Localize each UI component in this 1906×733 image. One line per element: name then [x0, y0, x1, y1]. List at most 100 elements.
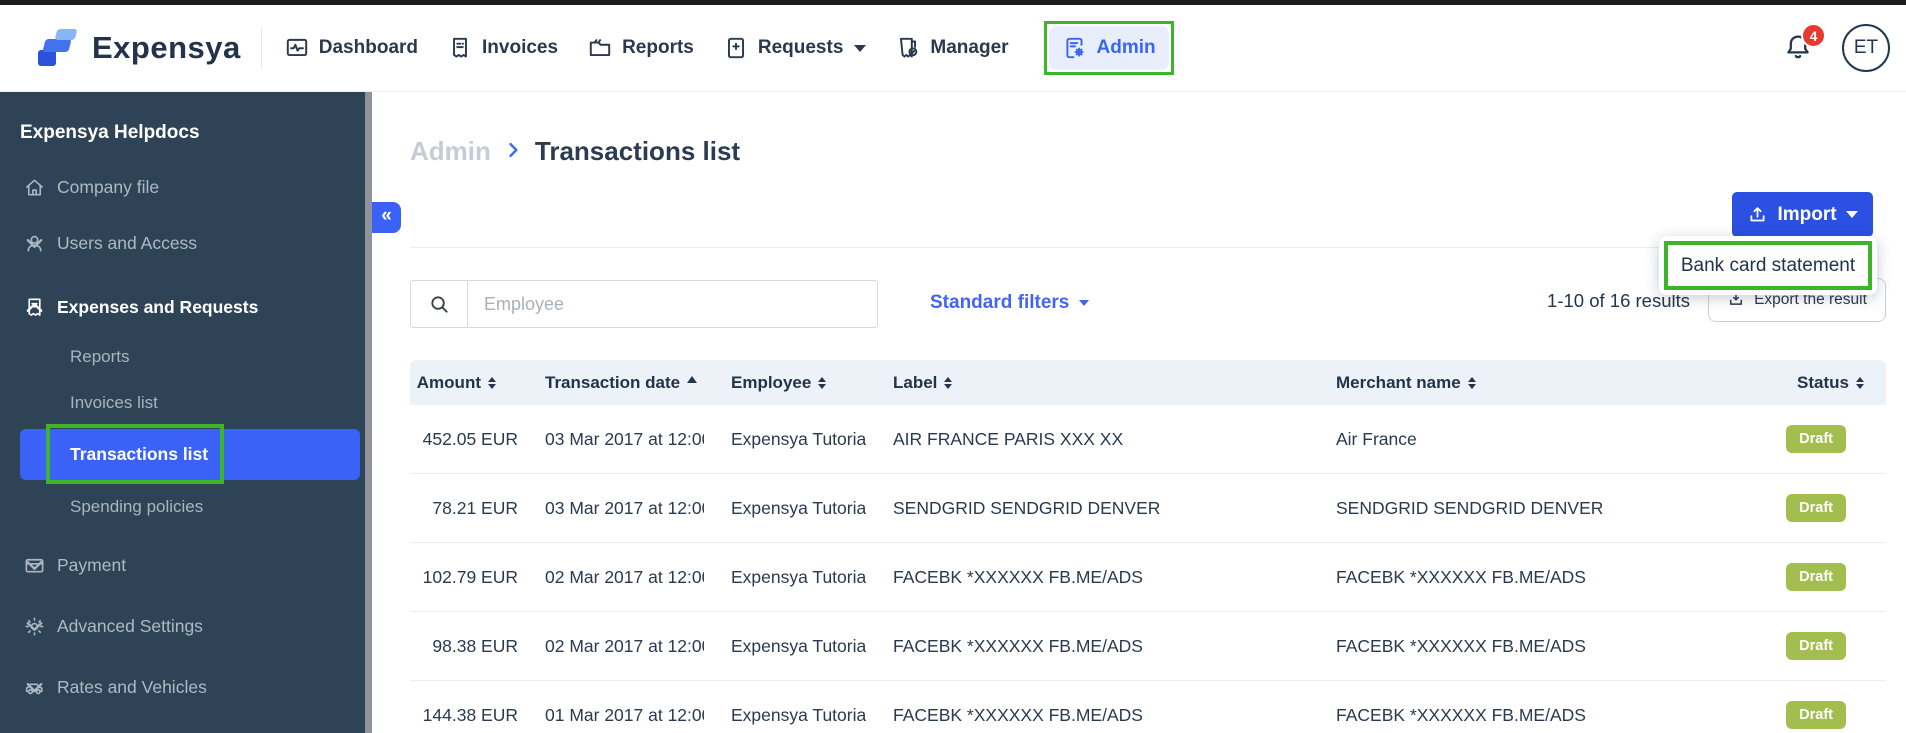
sidebar-subitem-spending-policies[interactable]: Spending policies: [0, 487, 365, 527]
cell-label: FACEBK *XXXXXX FB.ME/ADS: [866, 567, 1309, 588]
sidebar-item-label: Rates and Vehicles: [57, 677, 207, 698]
sidebar-item-payment[interactable]: Payment: [0, 545, 365, 585]
column-header-label[interactable]: Label: [866, 373, 1309, 393]
table-row[interactable]: 144.38 EUR 01 Mar 2017 at 12:00 Expensya…: [410, 681, 1886, 733]
breadcrumb-separator-icon: [503, 136, 523, 167]
chevron-down-icon: [23, 554, 46, 577]
nav-item-requests[interactable]: Requests: [723, 35, 867, 61]
sidebar-subitem-reports[interactable]: Reports: [0, 337, 365, 377]
table-header-row: Amount Transaction date Employee Label M…: [410, 360, 1886, 405]
breadcrumb: Admin Transactions list: [410, 136, 740, 167]
cell-label: AIR FRANCE PARIS XXX XX: [866, 429, 1309, 450]
import-button-label: Import: [1777, 204, 1836, 226]
breadcrumb-parent[interactable]: Admin: [410, 136, 491, 167]
cell-employee: Expensya Tutorial: [704, 498, 866, 519]
caret-down-icon: [1846, 211, 1858, 218]
standard-filters-dropdown[interactable]: Standard filters: [930, 292, 1089, 314]
status-badge: Draft: [1786, 632, 1846, 660]
sidebar-item-users-and-access[interactable]: Users and Access: [0, 223, 365, 263]
status-badge: Draft: [1786, 563, 1846, 591]
status-badge: Draft: [1786, 701, 1846, 729]
sidebar-subitem-transactions-list[interactable]: Transactions list: [20, 429, 360, 480]
main-navigation: Dashboard Invoices Reports Requests Mana…: [284, 21, 1174, 75]
cell-amount: 452.05 EUR: [410, 429, 518, 450]
nav-label: Admin: [1097, 37, 1156, 59]
sidebar-item-label: Invoices list: [70, 393, 158, 413]
invoice-receipt-icon: [447, 35, 473, 61]
sort-icon: [1856, 377, 1864, 389]
cell-label: FACEBK *XXXXXX FB.ME/ADS: [866, 705, 1309, 726]
sidebar-collapse-button[interactable]: «: [372, 202, 401, 233]
cell-status: Draft: [1699, 701, 1886, 729]
reports-folder-icon: [587, 35, 613, 61]
sidebar-item-expenses-and-requests[interactable]: Expenses and Requests: [0, 287, 365, 327]
import-button[interactable]: Import: [1732, 192, 1873, 237]
sidebar-item-label: Transactions list: [70, 429, 208, 480]
page-title: Transactions list: [535, 136, 740, 167]
cell-amount: 98.38 EUR: [410, 636, 518, 657]
avatar-initials: ET: [1854, 37, 1878, 59]
table-row[interactable]: 78.21 EUR 03 Mar 2017 at 12:00 Expensya …: [410, 474, 1886, 543]
request-document-icon: [723, 35, 749, 61]
sidebar-item-advanced-settings[interactable]: Advanced Settings: [0, 606, 365, 646]
chevron-down-icon: [23, 615, 46, 638]
cell-transaction-date: 02 Mar 2017 at 12:00: [518, 636, 704, 657]
employee-search-input[interactable]: [468, 281, 877, 327]
table-row[interactable]: 102.79 EUR 02 Mar 2017 at 12:00 Expensya…: [410, 543, 1886, 612]
cell-transaction-date: 01 Mar 2017 at 12:00: [518, 705, 704, 726]
sidebar-item-label: Spending policies: [70, 497, 203, 517]
sidebar-item-rates-and-vehicles[interactable]: Rates and Vehicles: [0, 667, 365, 707]
menu-item-bank-card-statement[interactable]: Bank card statement: [1664, 241, 1872, 290]
column-header-merchant-name[interactable]: Merchant name: [1309, 373, 1699, 393]
sidebar-item-label: Users and Access: [57, 233, 197, 254]
sidebar-item-label: Advanced Settings: [57, 616, 203, 637]
sidebar-item-company-file[interactable]: Company file: [0, 167, 365, 207]
nav-label: Invoices: [482, 37, 558, 59]
column-header-status[interactable]: Status: [1699, 373, 1886, 393]
nav-item-dashboard[interactable]: Dashboard: [284, 35, 418, 61]
notifications-button[interactable]: 4: [1782, 31, 1816, 65]
sidebar-subitem-invoices-list[interactable]: Invoices list: [0, 383, 365, 423]
chevron-down-icon: [23, 676, 46, 699]
status-badge: Draft: [1786, 494, 1846, 522]
standard-filters-label: Standard filters: [930, 292, 1069, 314]
nav-item-reports[interactable]: Reports: [587, 35, 694, 61]
chevron-down-icon: [854, 45, 866, 52]
column-header-amount[interactable]: Amount: [410, 373, 518, 393]
table-row[interactable]: 98.38 EUR 02 Mar 2017 at 12:00 Expensya …: [410, 612, 1886, 681]
nav-label: Dashboard: [319, 37, 418, 59]
expensya-logo-icon: [36, 28, 80, 68]
top-navbar: Expensya Dashboard Invoices Reports Requ…: [0, 5, 1906, 92]
manager-receipt-check-icon: [895, 35, 921, 61]
expensya-logo[interactable]: Expensya: [36, 28, 241, 68]
cell-transaction-date: 02 Mar 2017 at 12:00: [518, 567, 704, 588]
cell-status: Draft: [1699, 563, 1886, 591]
sort-icon: [944, 377, 952, 389]
nav-label: Reports: [622, 37, 694, 59]
table-row[interactable]: 452.05 EUR 03 Mar 2017 at 12:00 Expensya…: [410, 405, 1886, 474]
cell-employee: Expensya Tutorial: [704, 429, 866, 450]
nav-item-invoices[interactable]: Invoices: [447, 35, 558, 61]
cell-status: Draft: [1699, 425, 1886, 453]
column-header-transaction-date[interactable]: Transaction date: [518, 373, 704, 393]
sidebar-scrollbar[interactable]: [365, 92, 372, 733]
main-content: Admin Transactions list « Import Standar…: [372, 92, 1906, 733]
nav-item-manager[interactable]: Manager: [895, 35, 1008, 61]
cell-transaction-date: 03 Mar 2017 at 12:00: [518, 498, 704, 519]
cell-employee: Expensya Tutorial: [704, 705, 866, 726]
sidebar-item-label: Payment: [57, 555, 126, 576]
section-divider: [410, 247, 1873, 248]
employee-search-box: [410, 280, 878, 328]
nav-label: Requests: [758, 37, 844, 59]
column-label: Transaction date: [545, 373, 680, 393]
user-avatar[interactable]: ET: [1842, 24, 1890, 72]
cell-amount: 102.79 EUR: [410, 567, 518, 588]
transactions-table: Amount Transaction date Employee Label M…: [410, 360, 1886, 733]
double-chevron-left-icon: «: [381, 205, 392, 227]
sidebar-item-label: Company file: [57, 177, 159, 198]
column-header-employee[interactable]: Employee: [704, 373, 866, 393]
sidebar-company-title: Expensya Helpdocs: [20, 122, 200, 144]
nav-item-admin[interactable]: Admin: [1049, 26, 1169, 70]
navbar-divider: [261, 27, 262, 69]
cell-transaction-date: 03 Mar 2017 at 12:00: [518, 429, 704, 450]
